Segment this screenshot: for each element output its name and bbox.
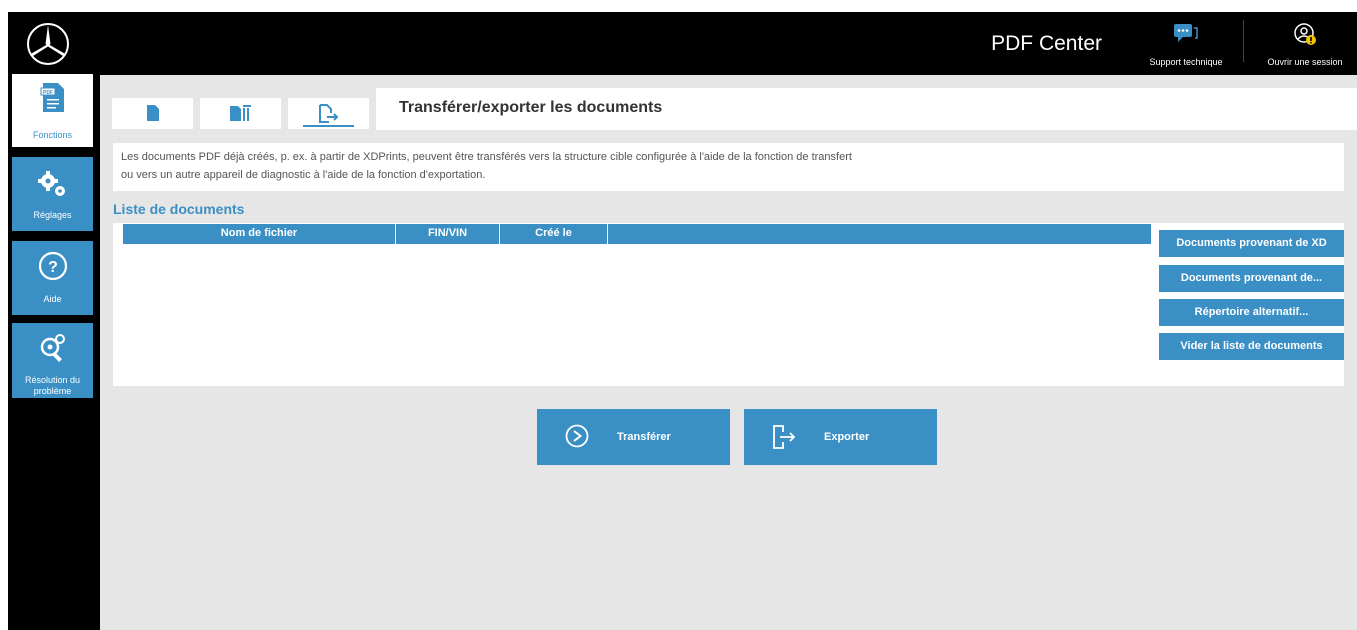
column-header-created[interactable]: Créé le — [500, 224, 608, 244]
documents-from-xd-button[interactable]: Documents provenant de XD — [1159, 230, 1344, 257]
pdf-document-icon: PDF — [40, 83, 64, 112]
sidebar: PDF Fonctions Réglages ? Aide Résolution… — [8, 74, 100, 630]
svg-text:PDF: PDF — [43, 90, 53, 96]
troubleshoot-icon — [40, 334, 65, 362]
tab-documents[interactable] — [200, 98, 281, 129]
export-label: Exporter — [824, 431, 870, 443]
toolbar-divider — [1243, 20, 1244, 62]
page-header: Transférer/exporter les documents — [376, 88, 1357, 130]
support-label: Support technique — [1149, 57, 1223, 67]
sidebar-item-label: Réglages — [33, 210, 72, 220]
sidebar-item-label: Résolution du problème — [24, 375, 81, 396]
table-header: Nom de fichier FIN/VIN Créé le — [123, 224, 1151, 244]
main-content: Transférer/exporter les documents Les do… — [100, 75, 1357, 630]
documents-stack-icon — [229, 105, 251, 121]
login-button[interactable]: Ouvrir une session — [1257, 20, 1353, 70]
tab-export[interactable] — [288, 98, 369, 129]
svg-text:?: ? — [48, 259, 58, 276]
active-tab-indicator — [303, 125, 354, 127]
chat-icon — [1174, 24, 1198, 42]
export-icon — [773, 425, 796, 449]
clear-list-button[interactable]: Vider la liste de documents — [1159, 333, 1344, 360]
document-icon — [146, 105, 159, 121]
alternative-directory-button[interactable]: Répertoire alternatif... — [1159, 299, 1344, 326]
description-line-2: ou vers un autre appareil de diagnostic … — [121, 169, 486, 181]
document-list-title: Liste de documents — [113, 201, 245, 217]
tab-document[interactable] — [112, 98, 193, 129]
help-icon: ? — [38, 251, 67, 281]
sidebar-item-label: Aide — [43, 294, 62, 304]
document-list-panel: Nom de fichier FIN/VIN Créé le Documents… — [113, 223, 1344, 386]
mercedes-star-logo — [27, 23, 69, 65]
transfer-button[interactable]: Transférer — [537, 409, 730, 465]
support-button[interactable]: Support technique — [1138, 20, 1234, 70]
page-title: Transférer/exporter les documents — [399, 99, 663, 116]
sidebar-item-fonctions[interactable]: PDF Fonctions — [12, 74, 93, 147]
app-title: PDF Center — [991, 32, 1102, 55]
transfer-label: Transférer — [617, 431, 671, 443]
sidebar-item-reglages[interactable]: Réglages — [12, 157, 93, 231]
user-warning-icon — [1294, 23, 1316, 45]
sidebar-item-label: Fonctions — [32, 130, 73, 140]
top-bar: PDF Center Support technique Ouvrir une … — [8, 12, 1357, 74]
description-panel: Les documents PDF déjà créés, p. ex. à p… — [113, 143, 1344, 191]
play-circle-icon — [565, 424, 589, 448]
description-line-1: Les documents PDF déjà créés, p. ex. à p… — [121, 151, 852, 163]
gears-icon — [37, 171, 65, 196]
documents-from-button[interactable]: Documents provenant de... — [1159, 265, 1344, 292]
sidebar-item-resolution[interactable]: Résolution du problème — [12, 323, 93, 398]
sidebar-item-aide[interactable]: ? Aide — [12, 241, 93, 315]
tab-bar — [103, 88, 369, 130]
login-label: Ouvrir une session — [1267, 57, 1343, 67]
document-export-icon — [318, 104, 338, 123]
export-button[interactable]: Exporter — [744, 409, 937, 465]
column-header-vin[interactable]: FIN/VIN — [396, 224, 500, 244]
column-header-filename[interactable]: Nom de fichier — [123, 224, 396, 244]
